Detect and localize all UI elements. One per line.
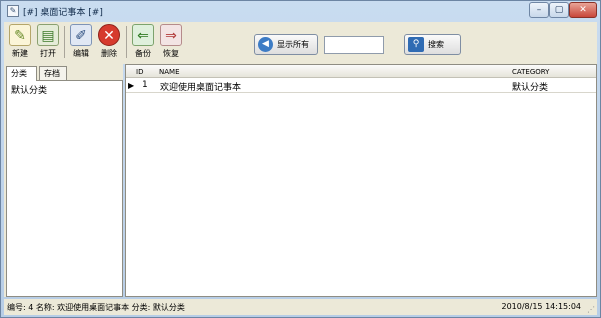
row-selector-icon: ▶ bbox=[128, 81, 135, 90]
title-bar[interactable]: ✎ [#] 桌面记事本 [#] – ▢ ✕ bbox=[1, 1, 600, 21]
delete-icon: ✕ bbox=[98, 24, 120, 46]
open-button[interactable]: ▤ 打开 bbox=[34, 24, 62, 59]
status-datetime: 2010/8/15 14:15:04 bbox=[501, 302, 582, 311]
search-label: 搜索 bbox=[428, 40, 444, 49]
left-panel: 分类 存档 默认分类 bbox=[4, 64, 123, 297]
restore-button[interactable]: ⇒ 恢复 bbox=[157, 24, 185, 59]
open-note-icon: ▤ bbox=[37, 24, 59, 46]
backup-label: 备份 bbox=[135, 49, 151, 58]
search-input[interactable] bbox=[324, 36, 384, 54]
backup-icon: ⇐ bbox=[132, 24, 154, 46]
show-all-button[interactable]: ◀ 显示所有 bbox=[254, 34, 318, 55]
backup-button[interactable]: ⇐ 备份 bbox=[129, 24, 157, 59]
delete-label: 删除 bbox=[101, 49, 117, 58]
restore-icon: ⇒ bbox=[160, 24, 182, 46]
delete-button[interactable]: ✕ 删除 bbox=[95, 24, 123, 59]
main-window: ✎ [#] 桌面记事本 [#] – ▢ ✕ ✎ 新建 ▤ 打开 ✐ 编辑 ✕ 删… bbox=[0, 0, 601, 318]
cell-category: 默认分类 bbox=[512, 83, 549, 93]
table-header: ID NAME CATEGORY bbox=[126, 65, 596, 78]
maximize-button[interactable]: ▢ bbox=[549, 2, 569, 18]
category-list: 默认分类 bbox=[6, 80, 123, 297]
edit-button[interactable]: ✐ 编辑 bbox=[67, 24, 95, 59]
close-button[interactable]: ✕ bbox=[569, 2, 597, 18]
resize-grip-icon[interactable]: ⋰ bbox=[587, 305, 595, 314]
table-row[interactable]: ▶ 1 欢迎使用桌面记事本 默认分类 bbox=[126, 79, 596, 93]
show-all-label: 显示所有 bbox=[277, 40, 309, 49]
search-button[interactable]: ⚲ 搜索 bbox=[404, 34, 461, 55]
toolbar: ✎ 新建 ▤ 打开 ✐ 编辑 ✕ 删除 ⇐ 备份 ⇒ 恢复 ◀ 显示所有 ⚲ 搜… bbox=[4, 22, 597, 64]
search-icon: ⚲ bbox=[408, 37, 424, 52]
tab-archive[interactable]: 存档 bbox=[39, 66, 67, 80]
cell-name: 欢迎使用桌面记事本 bbox=[160, 83, 242, 93]
window-title: [#] 桌面记事本 [#] bbox=[23, 8, 103, 18]
minimize-button[interactable]: – bbox=[529, 2, 549, 18]
status-info: 编号: 4 名称: 欢迎使用桌面记事本 分类: 默认分类 bbox=[7, 303, 185, 312]
new-note-icon: ✎ bbox=[9, 24, 31, 46]
notes-table: ID NAME CATEGORY ▶ 1 欢迎使用桌面记事本 默认分类 bbox=[125, 64, 597, 297]
new-label: 新建 bbox=[12, 49, 28, 58]
cell-id: 1 bbox=[142, 80, 148, 90]
edit-icon: ✐ bbox=[70, 24, 92, 46]
status-bar: 编号: 4 名称: 欢迎使用桌面记事本 分类: 默认分类 2010/8/15 1… bbox=[4, 299, 597, 315]
column-header-name[interactable]: NAME bbox=[159, 68, 180, 76]
back-arrow-icon: ◀ bbox=[258, 37, 273, 52]
app-icon[interactable]: ✎ bbox=[7, 5, 19, 17]
column-header-category[interactable]: CATEGORY bbox=[512, 68, 549, 76]
new-button[interactable]: ✎ 新建 bbox=[6, 24, 34, 59]
toolbar-separator bbox=[64, 26, 65, 58]
toolbar-separator bbox=[126, 26, 127, 58]
tab-categories[interactable]: 分类 bbox=[6, 66, 37, 81]
edit-label: 编辑 bbox=[73, 49, 89, 58]
open-label: 打开 bbox=[40, 49, 56, 58]
restore-label: 恢复 bbox=[163, 49, 179, 58]
column-header-id[interactable]: ID bbox=[136, 68, 143, 76]
category-item[interactable]: 默认分类 bbox=[11, 83, 47, 96]
